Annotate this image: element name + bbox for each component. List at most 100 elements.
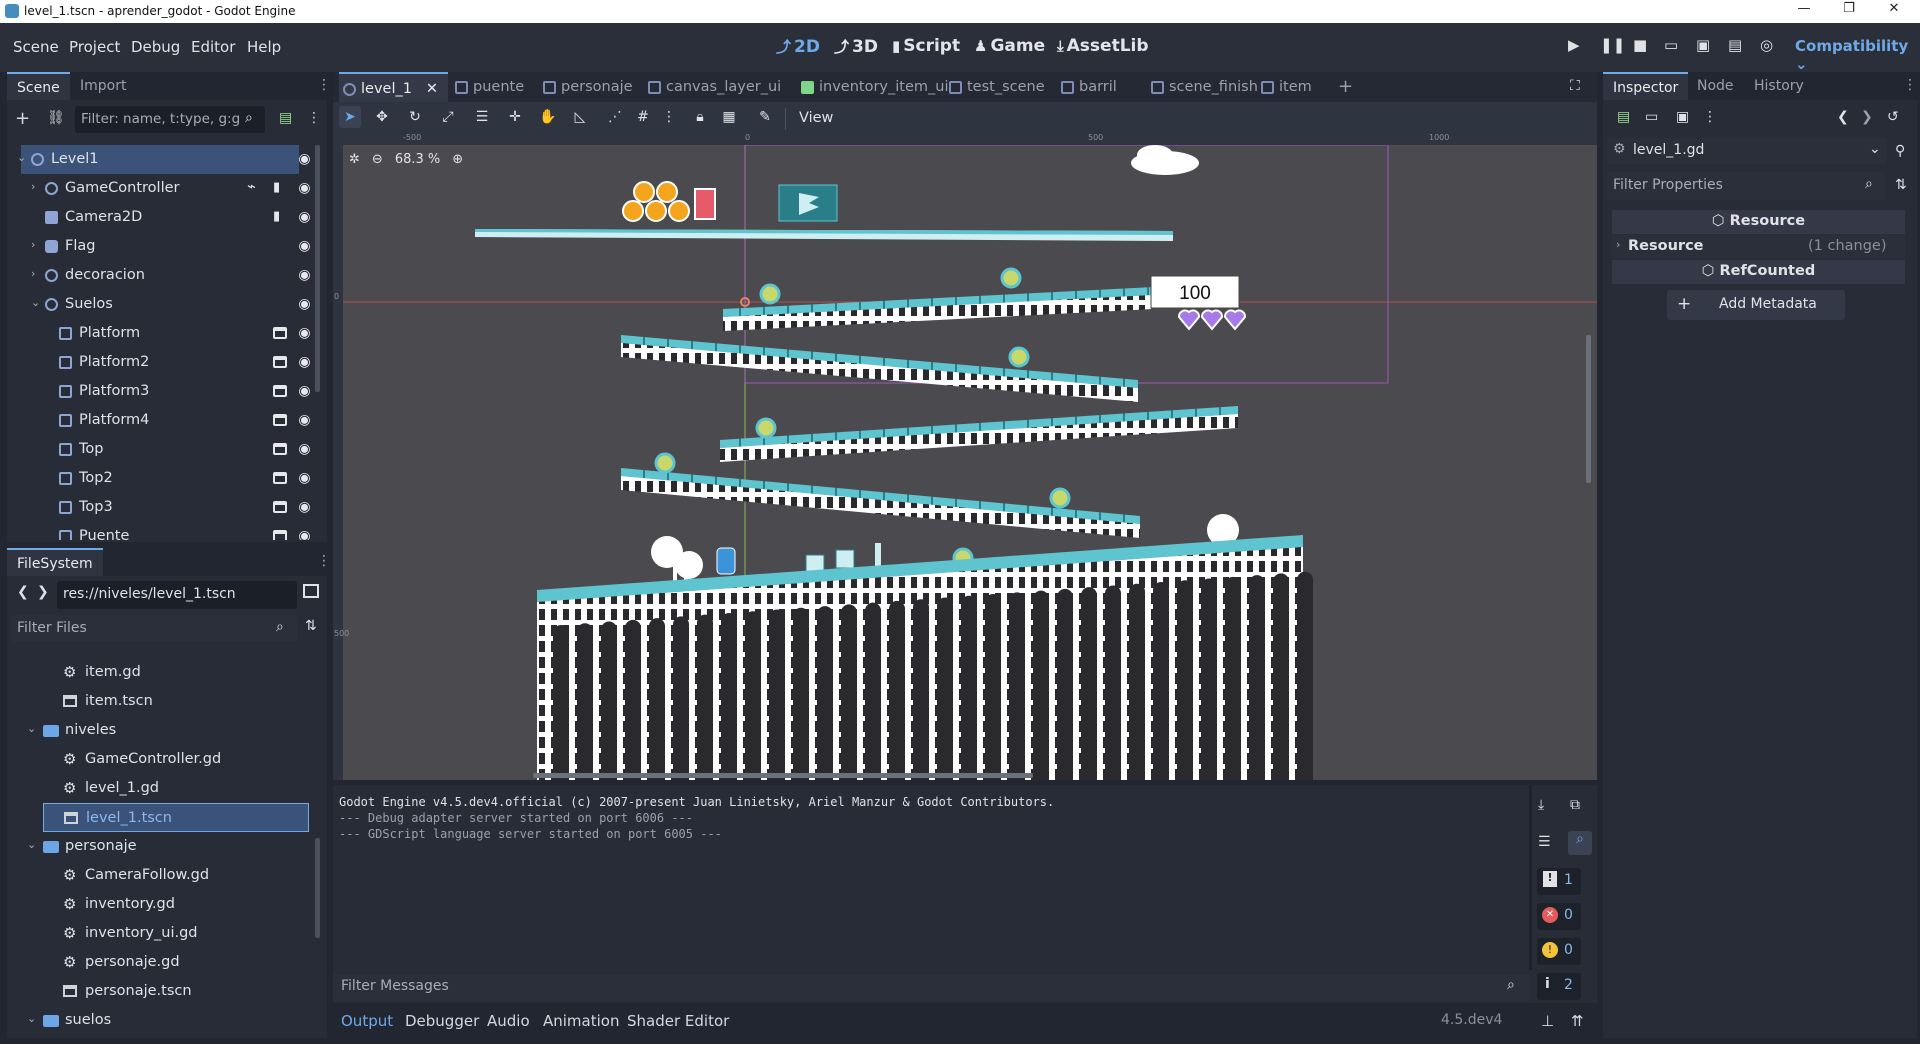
tab-output[interactable]: Output	[341, 1012, 393, 1030]
bone-icon[interactable]: ✎	[754, 106, 776, 128]
renderer-select[interactable]: Compatibility ⌄	[1795, 37, 1920, 73]
open-scene-icon[interactable]	[273, 443, 287, 455]
inspector-options-icon[interactable]: ⇅	[1895, 177, 1907, 193]
chevron-down-icon[interactable]: ⌄	[17, 151, 29, 164]
link-icon[interactable]: ⛓	[47, 110, 65, 126]
filter-properties-input[interactable]: Filter Properties ⌕	[1607, 172, 1885, 200]
file-item[interactable]: ⚙ GameController.gd	[7, 745, 327, 774]
file-item[interactable]: item.tscn	[7, 687, 327, 716]
workspace-2d[interactable]: ⤴ 2D	[776, 36, 820, 57]
canvas-viewport[interactable]: 100 ✲ ⊖ 68.3 % ⊕	[333, 145, 1597, 780]
visibility-eye-icon[interactable]: ◉	[297, 181, 312, 195]
editor-tab-puente[interactable]: puente	[451, 72, 532, 102]
visibility-eye-icon[interactable]: ◉	[297, 413, 312, 427]
new-resource-icon[interactable]: ▤	[1617, 109, 1630, 125]
editor-tab-level-1[interactable]: level_1 ✕	[339, 72, 448, 102]
menu-editor[interactable]: Editor	[191, 38, 235, 56]
scene-node-platform2[interactable]: Platform2 ◉	[7, 348, 327, 377]
history-forward-icon[interactable]: ❯	[1861, 109, 1873, 125]
pan-tool-icon[interactable]: ✋	[537, 106, 559, 128]
distraction-free-icon[interactable]: ⛶	[1570, 78, 1580, 94]
ruler-tool-icon[interactable]: ◺	[569, 106, 591, 128]
grid-snap-icon[interactable]: #	[632, 106, 654, 128]
scene-node-puente[interactable]: Puente ◉	[7, 522, 327, 540]
dock-menu-icon[interactable]: ⋮	[1903, 77, 1917, 93]
pause-button[interactable]: ❚❚	[1600, 36, 1625, 54]
chevron-right-icon[interactable]: ›	[31, 238, 43, 251]
visibility-eye-icon[interactable]: ◉	[297, 384, 312, 398]
new-tab-icon[interactable]: +	[1338, 76, 1353, 97]
stop-button[interactable]: ■	[1633, 36, 1647, 54]
lock-icon[interactable]: 🔒︎	[689, 106, 711, 128]
menu-project[interactable]: Project	[69, 38, 120, 56]
editor-tab-item[interactable]: item	[1257, 72, 1320, 102]
tab-audio[interactable]: Audio	[487, 1012, 530, 1030]
file-item[interactable]: ⚙ item.gd	[7, 658, 327, 687]
collapse-output-icon[interactable]: ☰	[1538, 834, 1551, 850]
editor-tab-personaje[interactable]: personaje	[539, 72, 641, 102]
play-custom-scene-button[interactable]: ▤	[1728, 36, 1742, 54]
maximize-button[interactable]: ❐	[1829, 1, 1869, 16]
editor-tab-barril[interactable]: barril	[1057, 72, 1125, 102]
file-item[interactable]: ⌄ niveles	[7, 716, 327, 745]
back-icon[interactable]: ❮	[17, 584, 29, 600]
warnings-toggle[interactable]: ! 0	[1537, 938, 1581, 965]
open-scene-icon[interactable]	[273, 327, 287, 339]
visibility-eye-icon[interactable]: ◉	[297, 500, 312, 514]
visibility-eye-icon[interactable]: ◉	[297, 268, 312, 282]
file-item[interactable]: personaje.tscn	[7, 977, 327, 1006]
open-scene-icon[interactable]	[273, 385, 287, 397]
visibility-eye-icon[interactable]: ◉	[297, 152, 312, 166]
attach-script-icon[interactable]: ▤	[279, 110, 292, 126]
move-tool-icon[interactable]: ✥	[371, 106, 393, 128]
script-icon[interactable]: ▮	[273, 209, 287, 224]
tab-history[interactable]: History	[1744, 72, 1814, 100]
tab-node[interactable]: Node	[1687, 72, 1744, 100]
scale-tool-icon[interactable]: ⤢	[437, 106, 459, 128]
chevron-down-icon[interactable]: ⌄	[27, 722, 39, 735]
tab-animation[interactable]: Animation	[543, 1012, 619, 1030]
scene-tree-scrollbar[interactable]	[315, 145, 320, 392]
script-icon[interactable]: ▮	[273, 180, 287, 195]
open-scene-icon[interactable]	[273, 414, 287, 426]
open-scene-icon[interactable]	[273, 472, 287, 484]
scene-filter-input[interactable]: Filter: name, t:type, g:g ⌕	[75, 106, 265, 133]
zoom-out-button[interactable]: ⊖	[372, 152, 383, 167]
resource-menu-icon[interactable]: ⋮	[1703, 109, 1717, 125]
scene-node-platform3[interactable]: Platform3 ◉	[7, 377, 327, 406]
chevron-right-icon[interactable]: ›	[31, 267, 43, 280]
add-metadata-button[interactable]: + Add Metadata	[1667, 290, 1845, 320]
visibility-eye-icon[interactable]: ◉	[297, 471, 312, 485]
play-button[interactable]: ▶	[1568, 36, 1580, 54]
errors-toggle[interactable]: ✕ 0	[1537, 903, 1581, 930]
editor-tab-scene-finish[interactable]: scene_finish	[1147, 72, 1266, 102]
open-scene-icon[interactable]	[273, 356, 287, 368]
workspace-3d[interactable]: ⤴ 3D	[834, 36, 878, 57]
tab-shader-editor[interactable]: Shader Editor	[627, 1012, 729, 1030]
remote-debug-icon[interactable]: ▭	[1664, 36, 1678, 54]
select-tool-icon[interactable]: ➤	[339, 106, 361, 128]
visibility-eye-icon[interactable]: ◉	[297, 297, 312, 311]
chevron-down-icon[interactable]: ⌄	[27, 838, 39, 851]
scene-node-suelos[interactable]: ⌄ Suelos ◉	[7, 290, 327, 319]
forward-icon[interactable]: ❯	[37, 584, 49, 600]
scene-node-top[interactable]: Top ◉	[7, 435, 327, 464]
workspace-script[interactable]: ▮ Script	[892, 36, 960, 56]
smart-snap-icon[interactable]: ⋰	[604, 106, 626, 128]
resource-select[interactable]: ⚙ level_1.gd ⌄	[1607, 138, 1887, 164]
group-icon[interactable]: ▦	[718, 106, 740, 128]
open-folder-icon[interactable]: ▭	[1645, 109, 1658, 125]
file-item[interactable]: ⚙ inventory_ui.gd	[7, 919, 327, 948]
pivot-tool-icon[interactable]: ✛	[504, 106, 526, 128]
minimize-button[interactable]: —	[1784, 1, 1824, 16]
scene-node-gamecontroller[interactable]: › GameController ◉ ▮ ⌁	[7, 174, 327, 203]
scene-node-top2[interactable]: Top2 ◉	[7, 464, 327, 493]
menu-scene[interactable]: Scene	[13, 38, 59, 56]
visibility-eye-icon[interactable]: ◉	[297, 210, 312, 224]
workspace-assetlib[interactable]: ⤓ AssetLib	[1057, 36, 1149, 56]
list-select-icon[interactable]: ☰	[471, 106, 493, 128]
scene-node-flag[interactable]: › Flag ◉	[7, 232, 327, 261]
visibility-eye-icon[interactable]: ◉	[297, 326, 312, 340]
editor-tab-test-scene[interactable]: test_scene	[945, 72, 1053, 102]
object-history-icon[interactable]: ↺	[1887, 109, 1899, 125]
